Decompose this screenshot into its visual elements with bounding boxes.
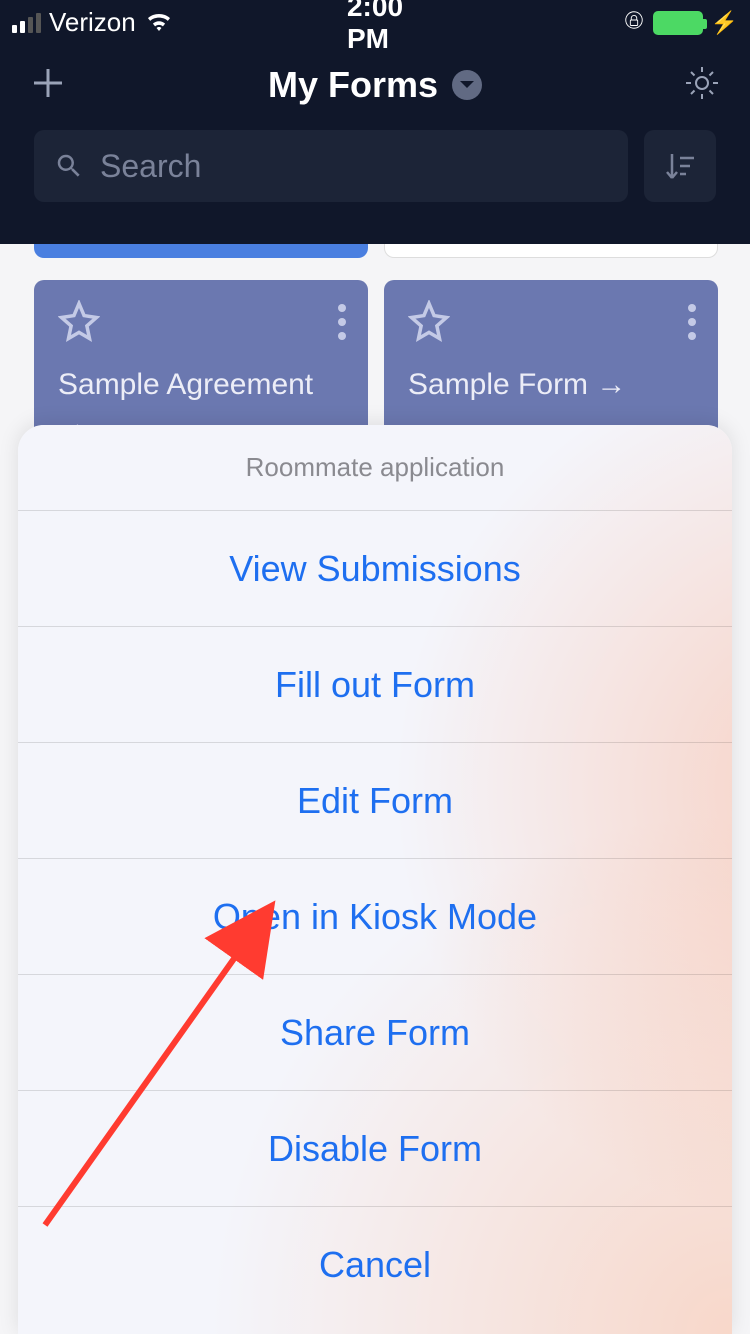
- charging-icon: ⚡: [711, 10, 738, 36]
- battery-icon: [653, 11, 703, 35]
- card-accent: [34, 244, 368, 258]
- action-sheet: Roommate application View Submissions Fi…: [18, 425, 732, 1334]
- action-fill-out-form[interactable]: Fill out Form: [18, 627, 732, 743]
- sort-button[interactable]: [644, 130, 716, 202]
- card-menu-button[interactable]: [338, 304, 346, 340]
- chevron-down-icon: [452, 70, 482, 100]
- star-icon[interactable]: [58, 329, 100, 346]
- status-bar: Verizon 2:00 PM ⚡: [0, 0, 750, 40]
- search-placeholder: Search: [100, 148, 201, 185]
- wifi-icon: [144, 7, 174, 38]
- sheet-title: Roommate application: [18, 425, 732, 511]
- signal-icon: [12, 13, 41, 33]
- page-title-dropdown[interactable]: My Forms: [268, 64, 482, 106]
- settings-button[interactable]: [682, 63, 722, 108]
- rotation-lock-icon: [623, 7, 645, 38]
- search-icon: [54, 151, 84, 181]
- action-share-form[interactable]: Share Form: [18, 975, 732, 1091]
- action-view-submissions[interactable]: View Submissions: [18, 511, 732, 627]
- cancel-button[interactable]: Cancel: [18, 1207, 732, 1323]
- star-icon[interactable]: [408, 329, 450, 346]
- clock: 2:00 PM: [347, 0, 403, 55]
- search-input[interactable]: Search: [34, 130, 628, 202]
- card-accent: [384, 244, 718, 258]
- add-button[interactable]: [28, 63, 68, 108]
- action-disable-form[interactable]: Disable Form: [18, 1091, 732, 1207]
- app-header: Verizon 2:00 PM ⚡ My Forms: [0, 0, 750, 244]
- card-menu-button[interactable]: [688, 304, 696, 340]
- carrier-label: Verizon: [49, 7, 136, 38]
- page-title: My Forms: [268, 64, 438, 106]
- action-open-kiosk-mode[interactable]: Open in Kiosk Mode: [18, 859, 732, 975]
- card-title: Sample Form →: [408, 365, 694, 404]
- action-edit-form[interactable]: Edit Form: [18, 743, 732, 859]
